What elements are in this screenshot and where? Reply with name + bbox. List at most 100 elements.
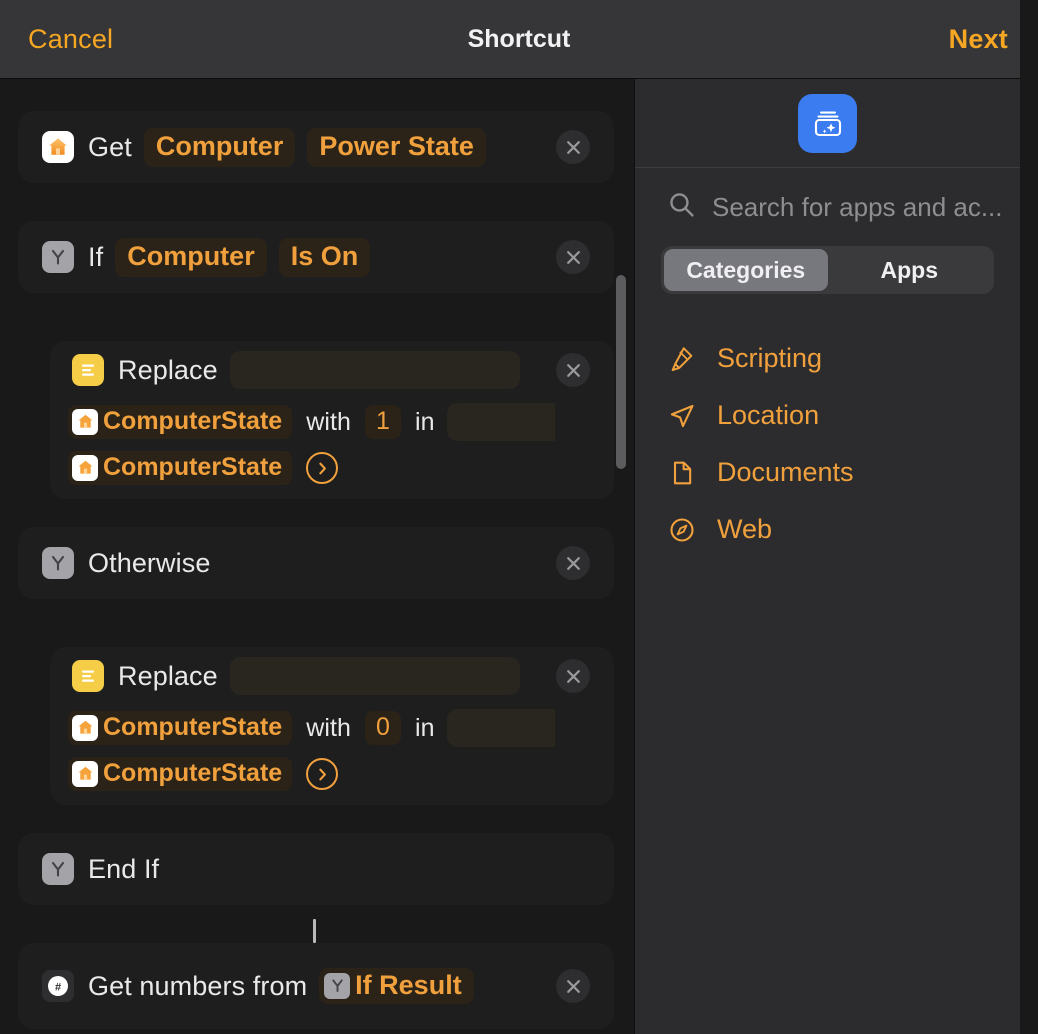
- search-input[interactable]: Search for apps and ac...: [712, 192, 1003, 223]
- action-token-computer[interactable]: Computer: [143, 127, 296, 167]
- action-row[interactable]: # Get numbers from If Result: [18, 943, 614, 1029]
- variable-token-label: ComputerState: [103, 713, 283, 741]
- replace-in-field[interactable]: [446, 709, 555, 747]
- action-card-otherwise[interactable]: Otherwise: [18, 527, 614, 599]
- search-icon: [667, 190, 696, 224]
- variable-token-label: ComputerState: [103, 453, 283, 481]
- action-label: Otherwise: [88, 547, 211, 578]
- action-row[interactable]: If Computer Is On: [18, 221, 614, 293]
- action-token-is-on[interactable]: Is On: [278, 237, 371, 277]
- tab-categories[interactable]: Categories: [664, 249, 828, 291]
- delete-action-button[interactable]: [556, 353, 590, 387]
- text-lines-icon: [72, 354, 104, 386]
- page-title: Shortcut: [467, 24, 571, 53]
- topbar-right-gap: [1020, 0, 1038, 79]
- action-token-power-state[interactable]: Power State: [307, 127, 486, 167]
- action-card-end-if[interactable]: End If: [18, 833, 614, 905]
- shortcuts-gallery-icon[interactable]: [798, 93, 857, 153]
- variable-token-computerstate-target[interactable]: ComputerState: [68, 757, 293, 791]
- if-branch-icon: [42, 853, 74, 885]
- search-bar[interactable]: Search for apps and ac...: [635, 168, 1020, 246]
- home-icon: [72, 760, 98, 787]
- category-label: Web: [717, 514, 773, 544]
- action-row[interactable]: Otherwise: [18, 527, 614, 599]
- variable-token-computerstate-target[interactable]: ComputerState: [68, 451, 293, 485]
- in-label: in: [414, 713, 435, 742]
- replace-with-value[interactable]: 0: [365, 711, 401, 745]
- category-item-scripting[interactable]: Scripting: [635, 330, 1020, 387]
- svg-text:#: #: [55, 981, 61, 993]
- shortcut-actions-panel[interactable]: Get Computer Power State If Computer Is …: [0, 79, 634, 1034]
- shortcuts-editor-window: Cancel Shortcut Next Get Computer Power …: [0, 0, 1038, 1034]
- document-icon: [667, 458, 697, 488]
- delete-action-button[interactable]: [556, 546, 590, 580]
- delete-action-button[interactable]: [556, 969, 590, 1003]
- category-label: Location: [717, 400, 820, 430]
- replace-search-field[interactable]: [229, 351, 520, 389]
- action-label: Get numbers from: [88, 970, 308, 1001]
- home-icon: [42, 131, 74, 163]
- replace-header-row[interactable]: Replace: [50, 647, 614, 705]
- hash-icon: #: [42, 970, 74, 1002]
- action-token-if-result[interactable]: If Result: [319, 968, 474, 1004]
- action-card-replace-1[interactable]: Replace ComputerState with 1 in Computer…: [50, 341, 614, 499]
- home-icon: [72, 714, 98, 741]
- category-item-web[interactable]: Web: [635, 501, 1020, 558]
- delete-action-button[interactable]: [556, 130, 590, 164]
- variable-token-label: ComputerState: [103, 759, 283, 787]
- action-card-get-numbers[interactable]: # Get numbers from If Result: [18, 943, 614, 1029]
- category-item-documents[interactable]: Documents: [635, 444, 1020, 501]
- replace-in-field[interactable]: [446, 403, 555, 441]
- actions-scrollbar-thumb[interactable]: [616, 275, 626, 469]
- chevron-right-icon[interactable]: [306, 452, 339, 484]
- action-label: Get: [88, 131, 132, 162]
- text-insertion-caret: [313, 919, 316, 943]
- category-label: Scripting: [717, 343, 823, 373]
- replace-params-row[interactable]: ComputerState with 0 in: [50, 705, 614, 751]
- token-label: If Result: [355, 970, 462, 1000]
- chevron-right-icon[interactable]: [306, 758, 339, 790]
- home-icon: [72, 408, 98, 435]
- right-edge-gap: [1020, 79, 1038, 1034]
- delete-action-button[interactable]: [556, 659, 590, 693]
- library-segmented-control[interactable]: Categories Apps: [661, 246, 994, 294]
- if-branch-icon: [324, 972, 351, 999]
- action-card-replace-2[interactable]: Replace ComputerState with 0 in Computer…: [50, 647, 614, 805]
- paper-plane-icon: [667, 401, 697, 431]
- action-row[interactable]: Get Computer Power State: [18, 111, 614, 183]
- replace-target-row[interactable]: ComputerState: [50, 445, 614, 491]
- action-label: End If: [88, 853, 160, 884]
- text-lines-icon: [72, 660, 104, 692]
- library-header: [635, 79, 1020, 168]
- replace-target-row[interactable]: ComputerState: [50, 751, 614, 797]
- replace-params-row[interactable]: ComputerState with 1 in: [50, 399, 614, 445]
- tab-apps[interactable]: Apps: [828, 249, 992, 291]
- with-label: with: [306, 713, 352, 742]
- variable-token-computerstate[interactable]: ComputerState: [68, 405, 293, 439]
- if-branch-icon: [42, 241, 74, 273]
- variable-token-label: ComputerState: [103, 407, 283, 435]
- variable-token-computerstate[interactable]: ComputerState: [68, 711, 293, 745]
- delete-action-button[interactable]: [556, 240, 590, 274]
- action-card-if[interactable]: If Computer Is On: [18, 221, 614, 293]
- replace-with-value[interactable]: 1: [365, 405, 401, 439]
- ribbon-icon: [667, 344, 697, 374]
- action-library-panel: Search for apps and ac... Categories App…: [634, 79, 1020, 1034]
- home-icon: [72, 454, 98, 481]
- action-label: Replace: [118, 354, 218, 385]
- page-title-wrap: Shortcut: [0, 25, 1038, 54]
- compass-icon: [667, 515, 697, 545]
- in-label: in: [414, 407, 435, 436]
- action-row[interactable]: End If: [18, 833, 614, 905]
- category-item-location[interactable]: Location: [635, 387, 1020, 444]
- category-label: Documents: [717, 457, 854, 487]
- action-label: Replace: [118, 660, 218, 691]
- replace-search-field[interactable]: [229, 657, 520, 695]
- category-list: Scripting Location Documents Web: [635, 330, 1020, 558]
- if-branch-icon: [42, 547, 74, 579]
- next-button[interactable]: Next: [949, 24, 1008, 55]
- with-label: with: [306, 407, 352, 436]
- action-card-get-power-state[interactable]: Get Computer Power State: [18, 111, 614, 183]
- action-token-computer[interactable]: Computer: [115, 237, 267, 277]
- replace-header-row[interactable]: Replace: [50, 341, 614, 399]
